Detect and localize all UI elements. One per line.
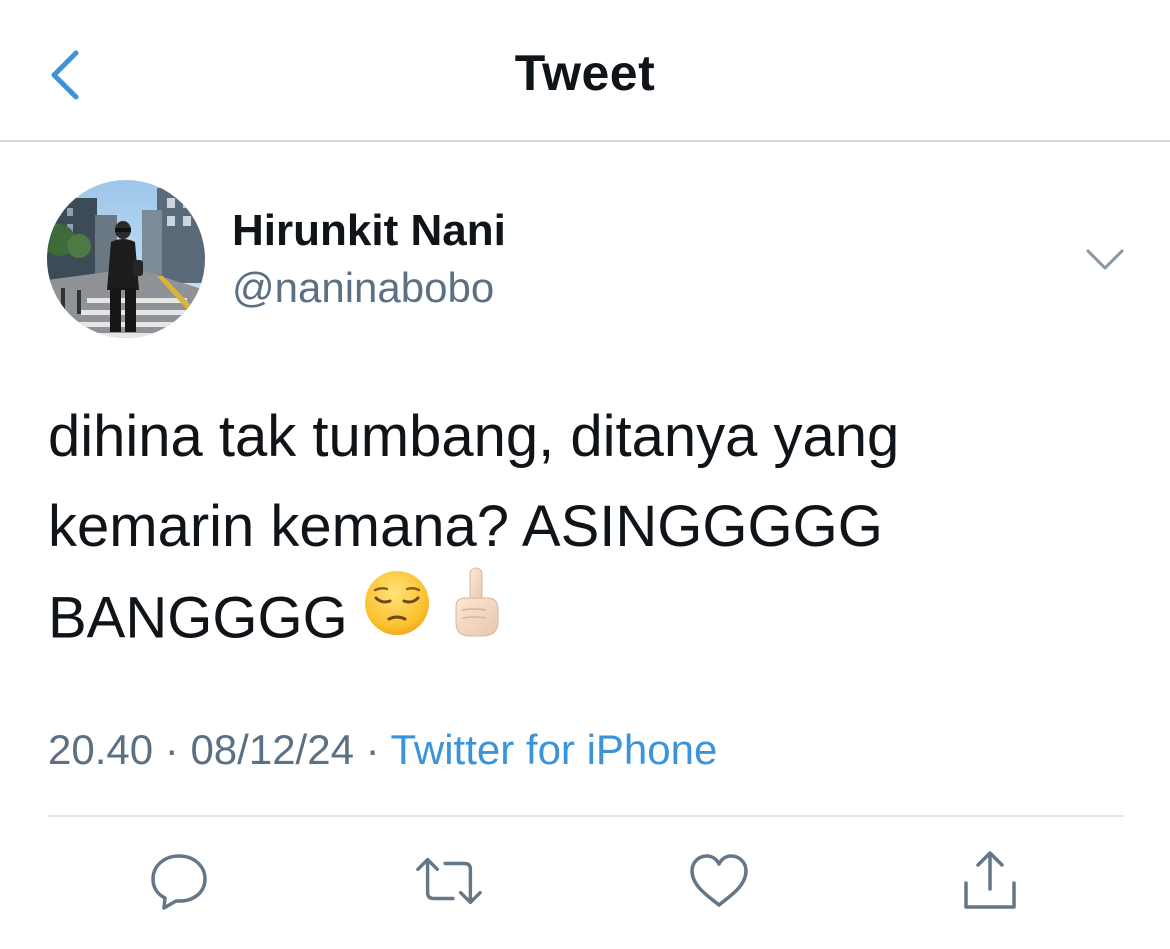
tweet-text-fragment: BANGGGG: [48, 585, 348, 651]
author-display-name[interactable]: Hirunkit Nani: [232, 206, 506, 256]
tweet-meta: 20.40 · 08/12/24 · Twitter for iPhone: [48, 726, 717, 774]
page-title: Tweet: [514, 45, 656, 101]
reply-button[interactable]: [144, 846, 214, 916]
reply-icon: [151, 854, 207, 910]
tweet-source-link[interactable]: Twitter for iPhone: [391, 726, 718, 773]
meta-separator: ·: [164, 726, 179, 773]
like-icon: [690, 854, 748, 907]
more-options-button[interactable]: [1080, 238, 1130, 282]
pensive-face-icon: [362, 568, 432, 664]
tweet-time: 20.40: [48, 726, 154, 773]
share-icon: [964, 851, 1016, 909]
tweet-text-line: kemarin kemana? ASINGGGGG: [48, 494, 883, 559]
tweet-text: dihina tak tumbang, ditanya yang kemarin…: [48, 392, 1128, 672]
navigation-bar: Tweet: [0, 0, 1170, 142]
tweet-actions: [0, 846, 1170, 926]
like-button[interactable]: [684, 846, 754, 916]
meta-separator: ·: [365, 726, 380, 773]
retweet-button[interactable]: [414, 846, 484, 916]
avatar-photo: [47, 180, 205, 338]
retweet-icon: [416, 857, 482, 905]
tweet-date: 08/12/24: [190, 726, 354, 773]
divider: [48, 815, 1124, 817]
author-handle[interactable]: @naninabobo: [232, 264, 494, 312]
tweet-text-line: BANGGGG: [48, 567, 1128, 672]
chevron-down-icon: [1086, 249, 1124, 270]
index-pointing-up-icon: [446, 566, 506, 666]
share-button[interactable]: [955, 846, 1025, 916]
tweet-text-line: dihina tak tumbang, ditanya yang: [48, 404, 900, 469]
avatar[interactable]: [47, 180, 205, 338]
